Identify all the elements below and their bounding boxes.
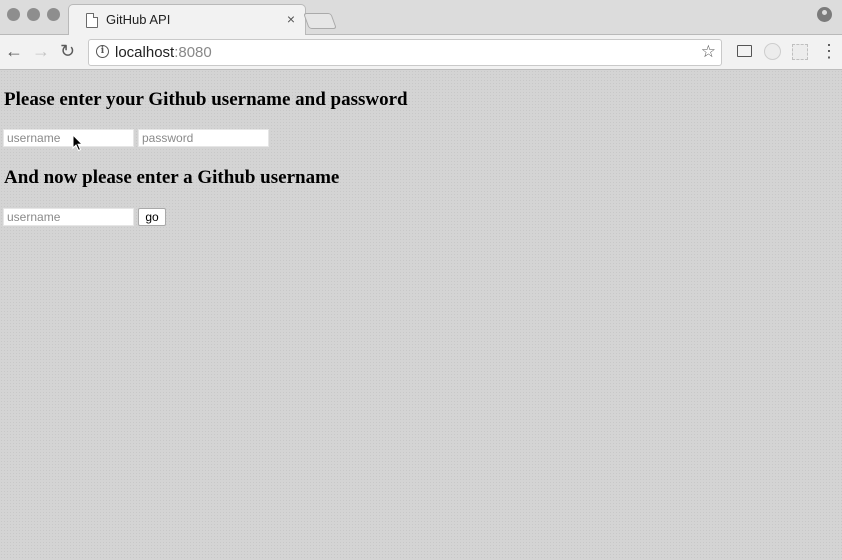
minimize-window-button[interactable] [27,8,40,21]
search-heading: And now please enter a Github username [4,167,340,188]
tab-title: GitHub API [106,12,171,27]
close-icon[interactable]: × [287,11,295,27]
tab-github-api[interactable]: GitHub API × [68,4,306,36]
login-heading: Please enter your Github username and pa… [4,89,408,110]
go-button[interactable]: go [138,208,166,226]
star-icon[interactable]: ☆ [701,42,716,62]
url-host: localhost [115,44,175,61]
extension-icon[interactable] [792,44,808,60]
profile-icon[interactable] [817,7,832,22]
address-bar[interactable]: i localhost:8080 ☆ [88,39,722,66]
browser-toolbar: ← → ↻ i localhost:8080 ☆ ⋮ [0,35,842,70]
info-icon[interactable]: i [96,45,109,58]
url-port: :8080 [174,44,212,61]
forward-icon: → [32,41,50,61]
page-content: Please enter your Github username and pa… [0,70,842,560]
close-window-button[interactable] [7,8,20,21]
extension-icon[interactable] [764,43,781,60]
document-icon [86,13,98,28]
zoom-window-button[interactable] [47,8,60,21]
search-username-input[interactable] [3,208,134,226]
login-password-input[interactable] [138,129,269,147]
back-icon[interactable]: ← [5,40,23,62]
cast-icon[interactable] [737,45,752,57]
mouse-cursor-icon [72,134,84,152]
tab-strip: GitHub API × [0,0,842,36]
url-text: localhost:8080 [115,44,212,61]
login-username-input[interactable] [3,129,134,147]
new-tab-icon[interactable] [303,13,337,29]
reload-icon[interactable]: ↻ [60,40,75,62]
menu-icon[interactable]: ⋮ [820,41,838,61]
